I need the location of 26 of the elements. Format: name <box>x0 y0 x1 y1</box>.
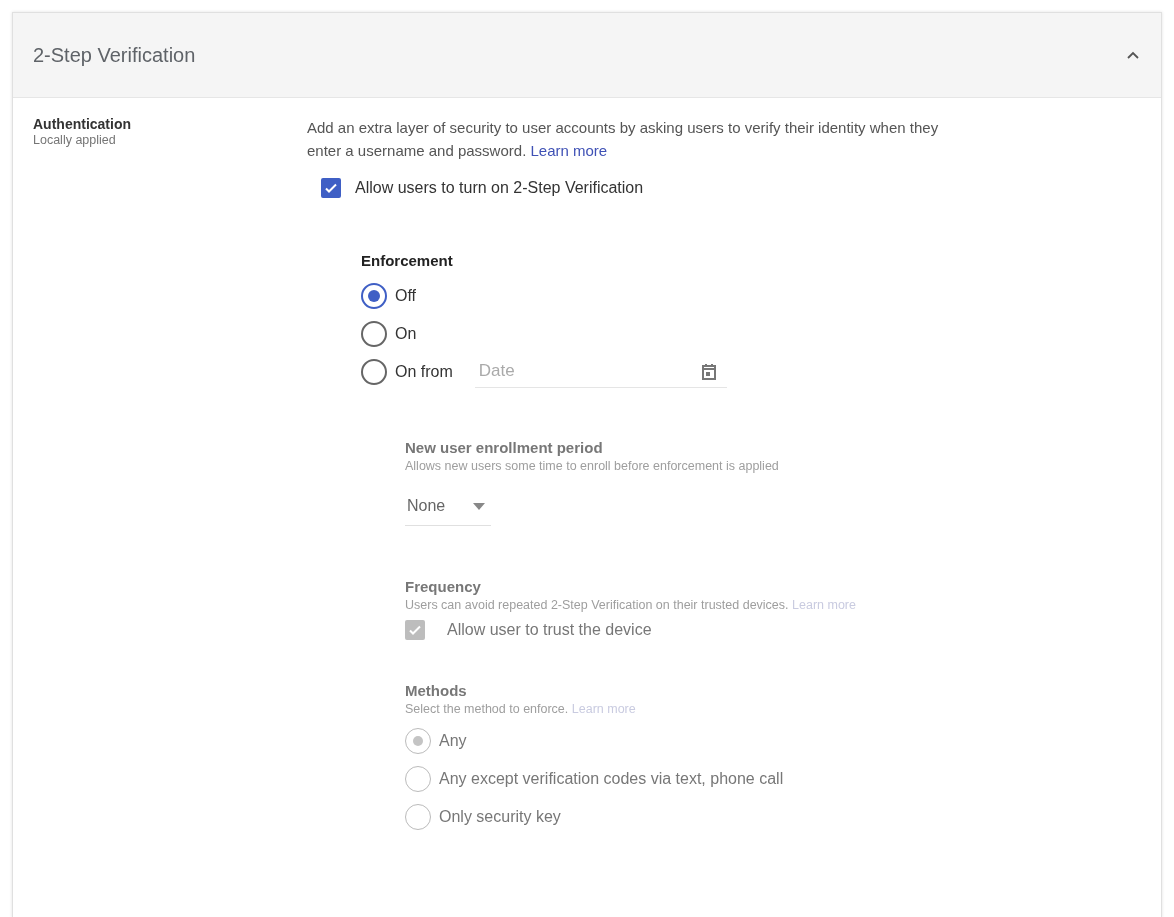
radio-label: Off <box>395 287 417 305</box>
section-heading: Methods <box>405 682 468 699</box>
setting-name: Authentication <box>33 116 132 132</box>
radio-label: Any except verification codes via text, phone call <box>439 770 784 788</box>
learn-more-link[interactable]: Learn more <box>530 142 608 159</box>
panel-title: 2-Step Verification <box>33 43 196 67</box>
caret-icon <box>473 502 486 510</box>
section-heading: Enforcement <box>361 252 454 269</box>
checkbox[interactable] <box>321 178 341 198</box>
hint-text: Allows new users some time to enroll before enforcement is applied <box>405 459 780 473</box>
panel-header[interactable]: 2-Step Verification <box>13 13 1161 98</box>
section-heading: New user enrollment period <box>405 439 604 456</box>
radio-label: On from <box>395 363 453 381</box>
setting-scope: Locally applied <box>33 133 117 147</box>
description-text: Add an extra layer of security to user accounts by asking users to verify their identity when they enter a username and password. Learn more <box>307 118 940 161</box>
radio-label: Only security key <box>439 808 561 826</box>
radio-button[interactable] <box>361 321 387 347</box>
radio-button[interactable] <box>361 283 387 309</box>
checkbox-label: Allow users to turn on 2-Step Verification <box>355 179 644 197</box>
radio-label: On <box>395 325 417 343</box>
date-field[interactable]: Date <box>474 356 727 388</box>
radio-button[interactable] <box>361 359 387 385</box>
section-heading: Frequency <box>405 578 482 595</box>
checkbox-label: Allow user to trust the device <box>447 621 652 639</box>
radio-label: Any <box>439 732 467 750</box>
period-dropdown: None <box>405 491 492 526</box>
